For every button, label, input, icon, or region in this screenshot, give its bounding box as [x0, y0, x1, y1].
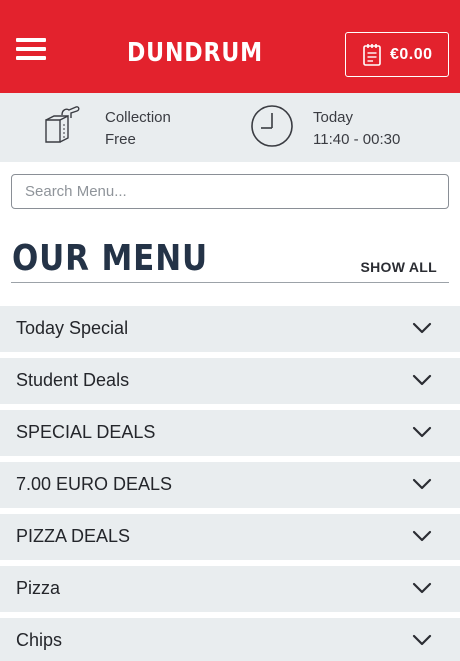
category-pizza[interactable]: Pizza — [0, 566, 460, 612]
category-label: Pizza — [16, 578, 61, 598]
hamburger-line — [16, 38, 46, 42]
store-name[interactable]: DUNDRUM — [114, 38, 276, 68]
chevron-down-icon — [412, 426, 432, 438]
receipt-icon — [363, 44, 381, 66]
category-label: SPECIAL DEALS — [16, 422, 156, 442]
chevron-down-icon — [412, 634, 432, 646]
category-label: Chips — [16, 630, 63, 650]
day-label: Today — [313, 109, 354, 126]
divider — [11, 282, 449, 283]
chevron-down-icon — [412, 582, 432, 594]
hours-value: 11:40 - 00:30 — [313, 131, 401, 148]
cart-total: €0.00 — [390, 46, 433, 63]
chevron-down-icon — [412, 530, 432, 542]
category-label: 7.00 EURO DEALS — [16, 474, 173, 494]
category-label: Student Deals — [16, 370, 130, 390]
category-today-special[interactable]: Today Special — [0, 306, 460, 352]
category-7-euro-deals[interactable]: 7.00 EURO DEALS — [0, 462, 460, 508]
cart-button[interactable]: €0.00 — [345, 32, 449, 77]
chevron-down-icon — [412, 322, 432, 334]
category-label: Today Special — [16, 318, 129, 338]
show-all-link[interactable]: SHOW ALL — [360, 259, 437, 275]
collection-label: Collection — [105, 109, 171, 126]
hamburger-line — [16, 56, 46, 60]
category-student-deals[interactable]: Student Deals — [0, 358, 460, 404]
clock-icon — [251, 105, 293, 147]
category-list: Today Special Student Deals SPECIAL DEAL… — [0, 306, 460, 661]
category-pizza-deals[interactable]: PIZZA DEALS — [0, 514, 460, 560]
chevron-down-icon — [412, 374, 432, 386]
top-bar: DUNDRUM €0.00 — [0, 0, 460, 93]
chevron-down-icon — [412, 478, 432, 490]
search-input[interactable] — [11, 174, 449, 209]
collection-info: Collection Free — [105, 107, 171, 151]
order-info-bar: Collection Free Today 11:40 - 00:30 — [0, 93, 460, 162]
collection-fee: Free — [105, 131, 136, 148]
category-chips[interactable]: Chips — [0, 618, 460, 661]
opening-hours: Today 11:40 - 00:30 — [313, 107, 400, 151]
menu-heading: OUR MENU — [12, 238, 208, 279]
category-label: PIZZA DEALS — [16, 526, 131, 546]
hamburger-menu-icon[interactable] — [16, 38, 46, 64]
collection-bag-icon — [45, 106, 80, 143]
category-special-deals[interactable]: SPECIAL DEALS — [0, 410, 460, 456]
hamburger-line — [16, 47, 46, 51]
